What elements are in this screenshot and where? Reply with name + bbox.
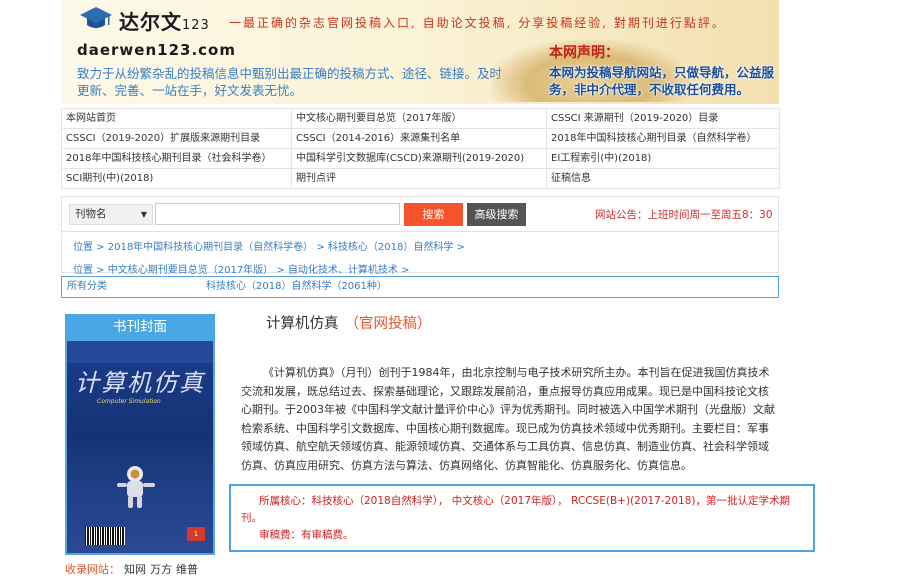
logo-text: 达尔文 — [119, 10, 182, 34]
site-link-vip[interactable]: 维普 — [176, 563, 198, 576]
cover-title: 计算机仿真 — [75, 369, 205, 397]
journal-description: 《计算机仿真》（月刊）创刊于1984年，由北京控制与电子技术研究所主办。本刊旨在… — [241, 366, 775, 472]
astronaut-illustration — [117, 466, 155, 508]
nav-link[interactable]: 期刊点评 — [292, 169, 547, 189]
current-category-link[interactable]: 科技核心（2018）自然科学（2061种） — [206, 277, 387, 297]
nav-link[interactable]: 中文核心期刊要目总览（2017年版） — [292, 109, 547, 129]
declaration-text: 本网为投稿导航网站，只做导航，公益服务，非中介代理，不收取任何费用。 — [549, 65, 775, 97]
core-info-box: 所属核心：科技核心（2018自然科学）， 中文核心（2017年版）， RCCSE… — [229, 484, 815, 552]
caret-down-icon: ▼ — [140, 210, 147, 219]
issue-badge: 1 — [187, 527, 205, 541]
nav-grid: 本网站首页 中文核心期刊要目总览（2017年版） CSSCI 来源期刊（2019… — [61, 108, 780, 189]
cover-heading: 书刊封面 — [65, 314, 215, 341]
nav-link[interactable]: 2018年中国科技核心期刊目录（自然科学卷） — [547, 129, 780, 149]
all-categories-link[interactable]: 所有分类 — [67, 277, 107, 297]
nav-row: SCI期刊(中)(2018) 期刊点评 征稿信息 — [62, 169, 780, 189]
nav-row: 本网站首页 中文核心期刊要目总览（2017年版） CSSCI 来源期刊（2019… — [62, 109, 780, 129]
search-input[interactable] — [155, 203, 400, 225]
cover-top-band — [67, 341, 213, 363]
search-type-value: 刊物名 — [75, 208, 107, 220]
site-link-wanfang[interactable]: 万方 — [150, 563, 172, 576]
site-domain: daerwen123.com — [77, 41, 236, 59]
nav-row: 2018年中国科技核心期刊目录（社会科学卷） 中国科学引文数据库(CSCD)来源… — [62, 149, 780, 169]
nav-link[interactable]: CSSCI（2019-2020）扩展版来源期刊目录 — [62, 129, 292, 149]
site-link-cnki[interactable]: 知网 — [124, 563, 146, 576]
search-bar: 刊物名 ▼ 搜索 高级搜索 网站公告：上班时间周一至周五8：30 — [61, 196, 779, 232]
review-fee-info: 审稿费：有审稿费。 — [259, 529, 354, 541]
site-notice: 网站公告：上班时间周一至周五8：30 — [595, 209, 773, 221]
search-button[interactable]: 搜索 — [404, 203, 463, 226]
cover-subtitle: Computer Simulation — [97, 398, 161, 405]
indexed-sites-label: 收录网站： — [65, 563, 120, 576]
nav-link[interactable]: 征稿信息 — [547, 169, 780, 189]
site-slogan: 一最正确的杂志官网投稿入口, 自助论文投稿, 分享投稿经验, 對期刊进行點評。 — [229, 16, 726, 30]
barcode — [85, 527, 125, 545]
nav-row: CSSCI（2019-2020）扩展版来源期刊目录 CSSCI（2014-201… — [62, 129, 780, 149]
nav-link[interactable]: 2018年中国科技核心期刊目录（社会科学卷） — [62, 149, 292, 169]
site-tagline: 致力于从纷繁杂乱的投稿信息中甄别出最正确的投稿方式、途径、链接。及时更新、完善、… — [77, 66, 503, 98]
nav-link[interactable]: 本网站首页 — [62, 109, 292, 129]
journal-title: 计算机仿真 （官网投稿） — [266, 312, 432, 333]
indexed-sites: 收录网站： 知网 万方 维普 — [65, 561, 198, 577]
graduation-cap-icon — [80, 7, 112, 28]
breadcrumb-box: 位置 > 2018年中国科技核心期刊目录（自然科学卷） > 科技核心（2018）… — [61, 233, 779, 276]
site-logo[interactable]: 达尔文123 — [119, 6, 210, 35]
breadcrumb[interactable]: 位置 > 2018年中国科技核心期刊目录（自然科学卷） > 科技核心（2018）… — [73, 238, 465, 253]
category-bar: 所有分类 科技核心（2018）自然科学（2061种） — [61, 276, 779, 298]
nav-link[interactable]: CSSCI 来源期刊（2019-2020）目录 — [547, 109, 780, 129]
official-submit-link[interactable]: （官网投稿） — [345, 316, 432, 332]
nav-link[interactable]: CSSCI（2014-2016）来源集刊名单 — [292, 129, 547, 149]
journal-cover-image: 计算机仿真 Computer Simulation 1 — [65, 341, 215, 555]
site-banner: 达尔文123 一最正确的杂志官网投稿入口, 自助论文投稿, 分享投稿经验, 對期… — [61, 0, 779, 104]
logo-number: 123 — [182, 18, 210, 33]
search-type-select[interactable]: 刊物名 ▼ — [69, 204, 153, 225]
nav-link[interactable]: EI工程索引(中)(2018) — [547, 149, 780, 169]
page: 达尔文123 一最正确的杂志官网投稿入口, 自助论文投稿, 分享投稿经验, 對期… — [61, 0, 815, 579]
declaration-title: 本网声明： — [549, 45, 619, 61]
breadcrumb[interactable]: 位置 > 中文核心期刊要目总览（2017年版） > 自动化技术、计算机技术 > — [73, 261, 409, 276]
nav-link[interactable]: 中国科学引文数据库(CSCD)来源期刊(2019-2020) — [292, 149, 547, 169]
journal-name: 计算机仿真 — [266, 316, 339, 332]
nav-link[interactable]: SCI期刊(中)(2018) — [62, 169, 292, 189]
core-index-info: 所属核心：科技核心（2018自然科学）， 中文核心（2017年版）， RCCSE… — [241, 495, 790, 524]
advanced-search-button[interactable]: 高级搜索 — [467, 203, 526, 226]
